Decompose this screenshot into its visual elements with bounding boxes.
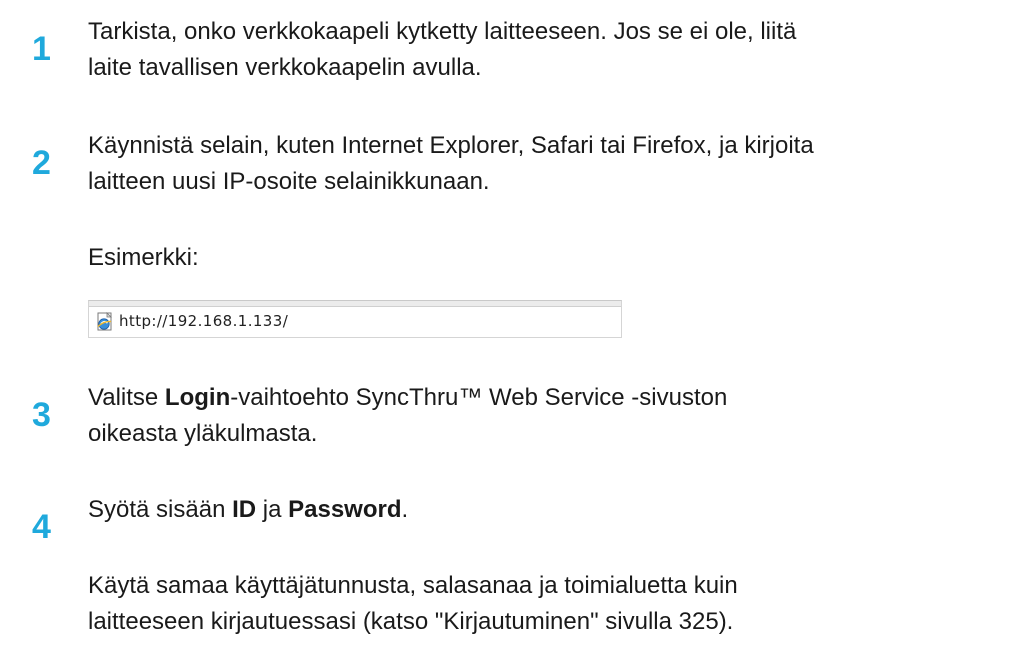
step-text-line: laite tavallisen verkkokaapelin avulla. — [88, 54, 482, 81]
step-text-line: Syötä sisään ID ja Password. — [88, 492, 1035, 528]
text-segment: Syötä sisään — [88, 496, 233, 523]
step-text-line: laitteen uusi IP-osoite selainikkunaan. — [88, 168, 490, 195]
step-text: Syötä sisään ID ja Password. — [88, 492, 1035, 528]
ie-page-icon — [97, 312, 112, 331]
address-bar-example: http://192.168.1.133/ — [88, 300, 622, 338]
step-text: Tarkista, onko verkkokaapeli kytketty la… — [88, 14, 1035, 86]
id-label: ID — [232, 496, 257, 523]
step-text-line: Valitse Login-vaihtoehto SyncThru™ Web S… — [88, 380, 1035, 416]
login-label: Login — [164, 384, 231, 411]
step-4-note: Käytä samaa käyttäjätunnusta, salasanaa … — [88, 568, 738, 640]
step-text: Käynnistä selain, kuten Internet Explore… — [88, 128, 1035, 200]
example-label: Esimerkki: — [88, 244, 199, 271]
step-text-line: Käynnistä selain, kuten Internet Explore… — [88, 132, 814, 159]
step-text-line: oikeasta yläkulmasta. — [88, 420, 318, 447]
step-number: 1 — [32, 30, 51, 68]
step-text: Valitse Login-vaihtoehto SyncThru™ Web S… — [88, 380, 1035, 452]
text-segment: Valitse — [88, 384, 165, 411]
note-line: Käytä samaa käyttäjätunnusta, salasanaa … — [88, 572, 738, 599]
text-segment: -vaihtoehto SyncThru™ Web Service -sivus… — [230, 384, 728, 411]
text-segment: ja — [256, 496, 289, 523]
password-label: Password — [288, 496, 402, 523]
url-text: http://192.168.1.133/ — [119, 312, 289, 330]
step-number: 2 — [32, 144, 51, 182]
text-segment: . — [401, 496, 409, 523]
note-line: laitteeseen kirjautuessasi (katso "Kirja… — [88, 608, 734, 635]
step-number: 4 — [32, 508, 51, 546]
step-text-line: Tarkista, onko verkkokaapeli kytketty la… — [88, 18, 797, 45]
address-bar-frame — [89, 301, 621, 307]
step-number: 3 — [32, 396, 51, 434]
